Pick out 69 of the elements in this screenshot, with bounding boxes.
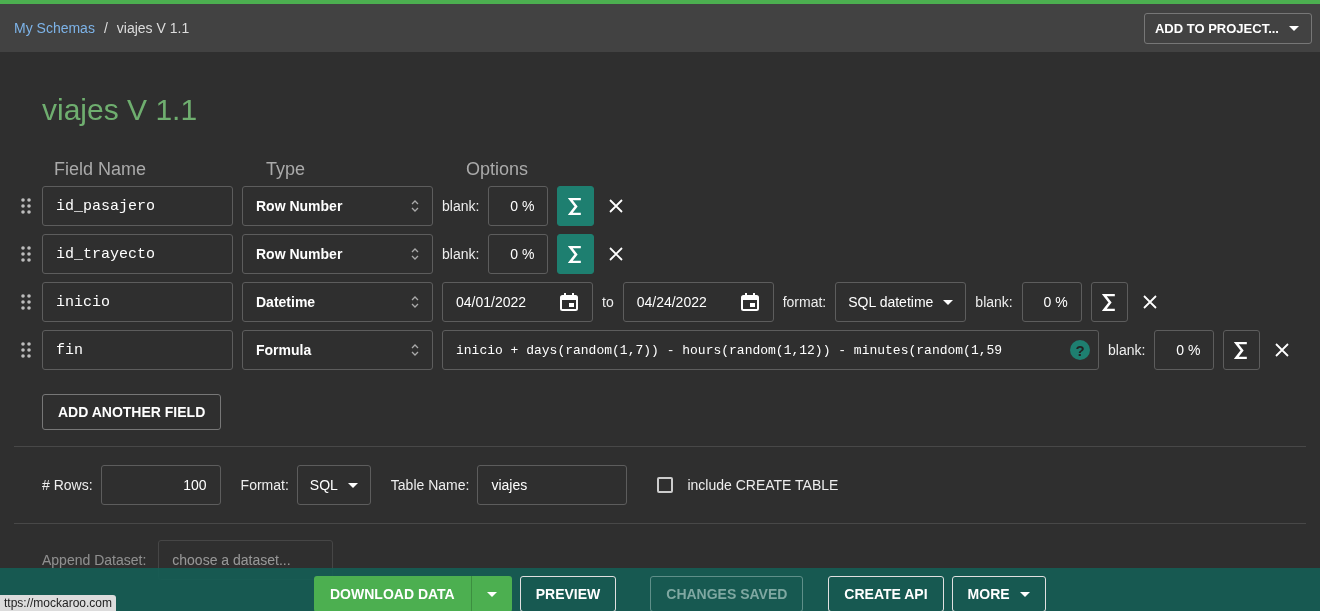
drag-handle-icon[interactable] (21, 198, 31, 214)
date-input[interactable]: 04/01/2022 (442, 282, 593, 322)
add-another-field-button[interactable]: ADD ANOTHER FIELD (42, 394, 222, 430)
type-select[interactable]: Datetime (242, 282, 433, 322)
column-header: Field Name (53, 158, 148, 180)
calendar-icon[interactable] (559, 292, 579, 312)
field-name-input[interactable]: inicio (42, 282, 233, 322)
column-header: Options (466, 158, 529, 180)
sigma-button[interactable] (557, 234, 595, 274)
close-icon[interactable] (609, 199, 624, 213)
drag-handle-icon[interactable] (21, 342, 31, 358)
footer-button[interactable]: PREVIEW (519, 576, 617, 611)
breadcrumb-separator: / (103, 20, 108, 36)
blank-label: blank: (442, 246, 480, 262)
up-down-chevron-icon (411, 295, 419, 309)
close-icon[interactable] (1275, 343, 1290, 357)
drag-handle-icon[interactable] (21, 294, 31, 310)
sigma-button[interactable] (557, 186, 595, 226)
checkbox[interactable] (657, 477, 674, 493)
format-label: Format: (240, 477, 289, 493)
type-select[interactable]: Row Number (242, 186, 433, 226)
blank-percent-input[interactable]: 0 % (1021, 282, 1082, 322)
type-select[interactable]: Formula (242, 330, 433, 370)
date-input[interactable]: 04/24/2022 (622, 282, 774, 322)
close-icon[interactable] (1142, 295, 1157, 309)
caret-icon (347, 482, 358, 488)
blank-label: blank: (975, 294, 1013, 310)
more-menu-button[interactable]: MORE (951, 576, 1046, 611)
footer-button[interactable]: CREATE API (828, 576, 944, 611)
sigma-button[interactable] (1223, 330, 1261, 370)
formula-input[interactable]: inicio + days(random(1,7)) - hours(random(1,12)) - minutes(random(1,59 ? (442, 330, 1099, 370)
rows-label: # Rows: (42, 477, 93, 493)
blank-percent-input[interactable]: 0 % (488, 186, 549, 226)
breadcrumb-link[interactable]: My Schemas (14, 20, 95, 36)
drag-handle-icon[interactable] (21, 246, 31, 262)
field-name-input[interactable]: id_trayecto (42, 234, 233, 274)
to-label: to (602, 294, 614, 310)
blank-label: blank: (442, 198, 480, 214)
up-down-chevron-icon (411, 247, 419, 261)
table-name-label: Table Name: (390, 477, 470, 493)
blank-label: blank: (1108, 342, 1146, 358)
schema-title: viajes V 1.1 (42, 92, 199, 128)
caret-icon (1289, 25, 1299, 31)
close-icon[interactable] (609, 247, 624, 261)
calendar-icon[interactable] (739, 292, 760, 312)
format-dropdown[interactable]: SQL datetime (835, 282, 967, 322)
format-label: format: (782, 294, 827, 310)
sigma-icon (1234, 341, 1250, 359)
sigma-button[interactable] (1090, 282, 1128, 322)
field-name-input[interactable]: id_pasajero (42, 186, 233, 226)
table-name-input[interactable]: viajes (477, 465, 628, 505)
sigma-icon (568, 197, 584, 215)
field-name-input[interactable]: fin (42, 330, 233, 370)
add-to-project-button[interactable]: ADD TO PROJECT... (1144, 12, 1312, 44)
checkbox-label: include CREATE TABLE (687, 477, 839, 493)
blank-percent-input[interactable]: 0 % (1154, 330, 1215, 370)
format-dropdown[interactable]: SQL (296, 465, 371, 505)
sigma-icon (568, 245, 584, 263)
rows-input[interactable]: 100 (100, 465, 221, 505)
sigma-icon (1101, 293, 1117, 311)
up-down-chevron-icon (411, 199, 419, 213)
breadcrumb-current: viajes V 1.1 (116, 20, 190, 36)
caret-icon (943, 299, 954, 305)
column-header: Type (266, 158, 307, 180)
append-dataset-label: Append Dataset: (42, 552, 147, 568)
status-url-tooltip: ttps://mockaroo.com (0, 595, 117, 611)
blank-percent-input[interactable]: 0 % (488, 234, 549, 274)
up-down-chevron-icon (411, 343, 419, 357)
type-select[interactable]: Row Number (242, 234, 433, 274)
